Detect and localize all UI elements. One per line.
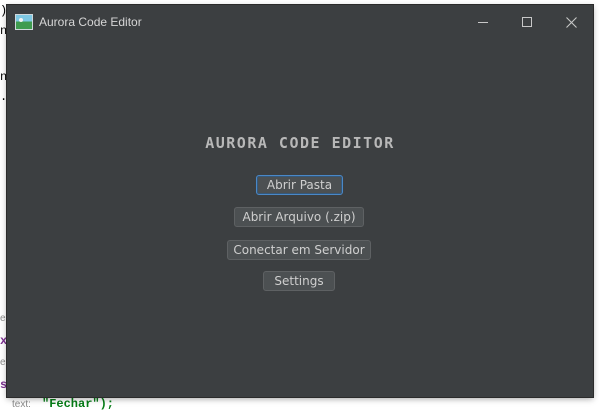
bg-code-fragment: e <box>0 313 6 324</box>
settings-button[interactable]: Settings <box>263 271 335 291</box>
minimize-button[interactable] <box>461 5 505 39</box>
maximize-icon <box>522 17 532 27</box>
window-title: Aurora Code Editor <box>39 15 142 29</box>
minimize-icon <box>478 22 488 23</box>
page-title: AURORA CODE EDITOR <box>205 134 395 152</box>
bg-code-fragment: e <box>0 357 6 368</box>
app-window: Aurora Code Editor AURORA CODE EDITOR Ab… <box>7 5 593 397</box>
maximize-button[interactable] <box>505 5 549 39</box>
bg-code-param-hint: text: <box>12 399 31 410</box>
close-button[interactable] <box>549 5 593 39</box>
bg-code-string: "Fechar"); <box>42 397 115 411</box>
connect-server-button[interactable]: Conectar em Servidor <box>227 240 371 260</box>
open-zip-button[interactable]: Abrir Arquivo (.zip) <box>234 207 364 227</box>
open-folder-button[interactable]: Abrir Pasta <box>256 175 343 195</box>
close-icon <box>565 16 577 28</box>
app-logo-icon <box>15 14 33 30</box>
title-bar[interactable]: Aurora Code Editor <box>7 5 593 39</box>
